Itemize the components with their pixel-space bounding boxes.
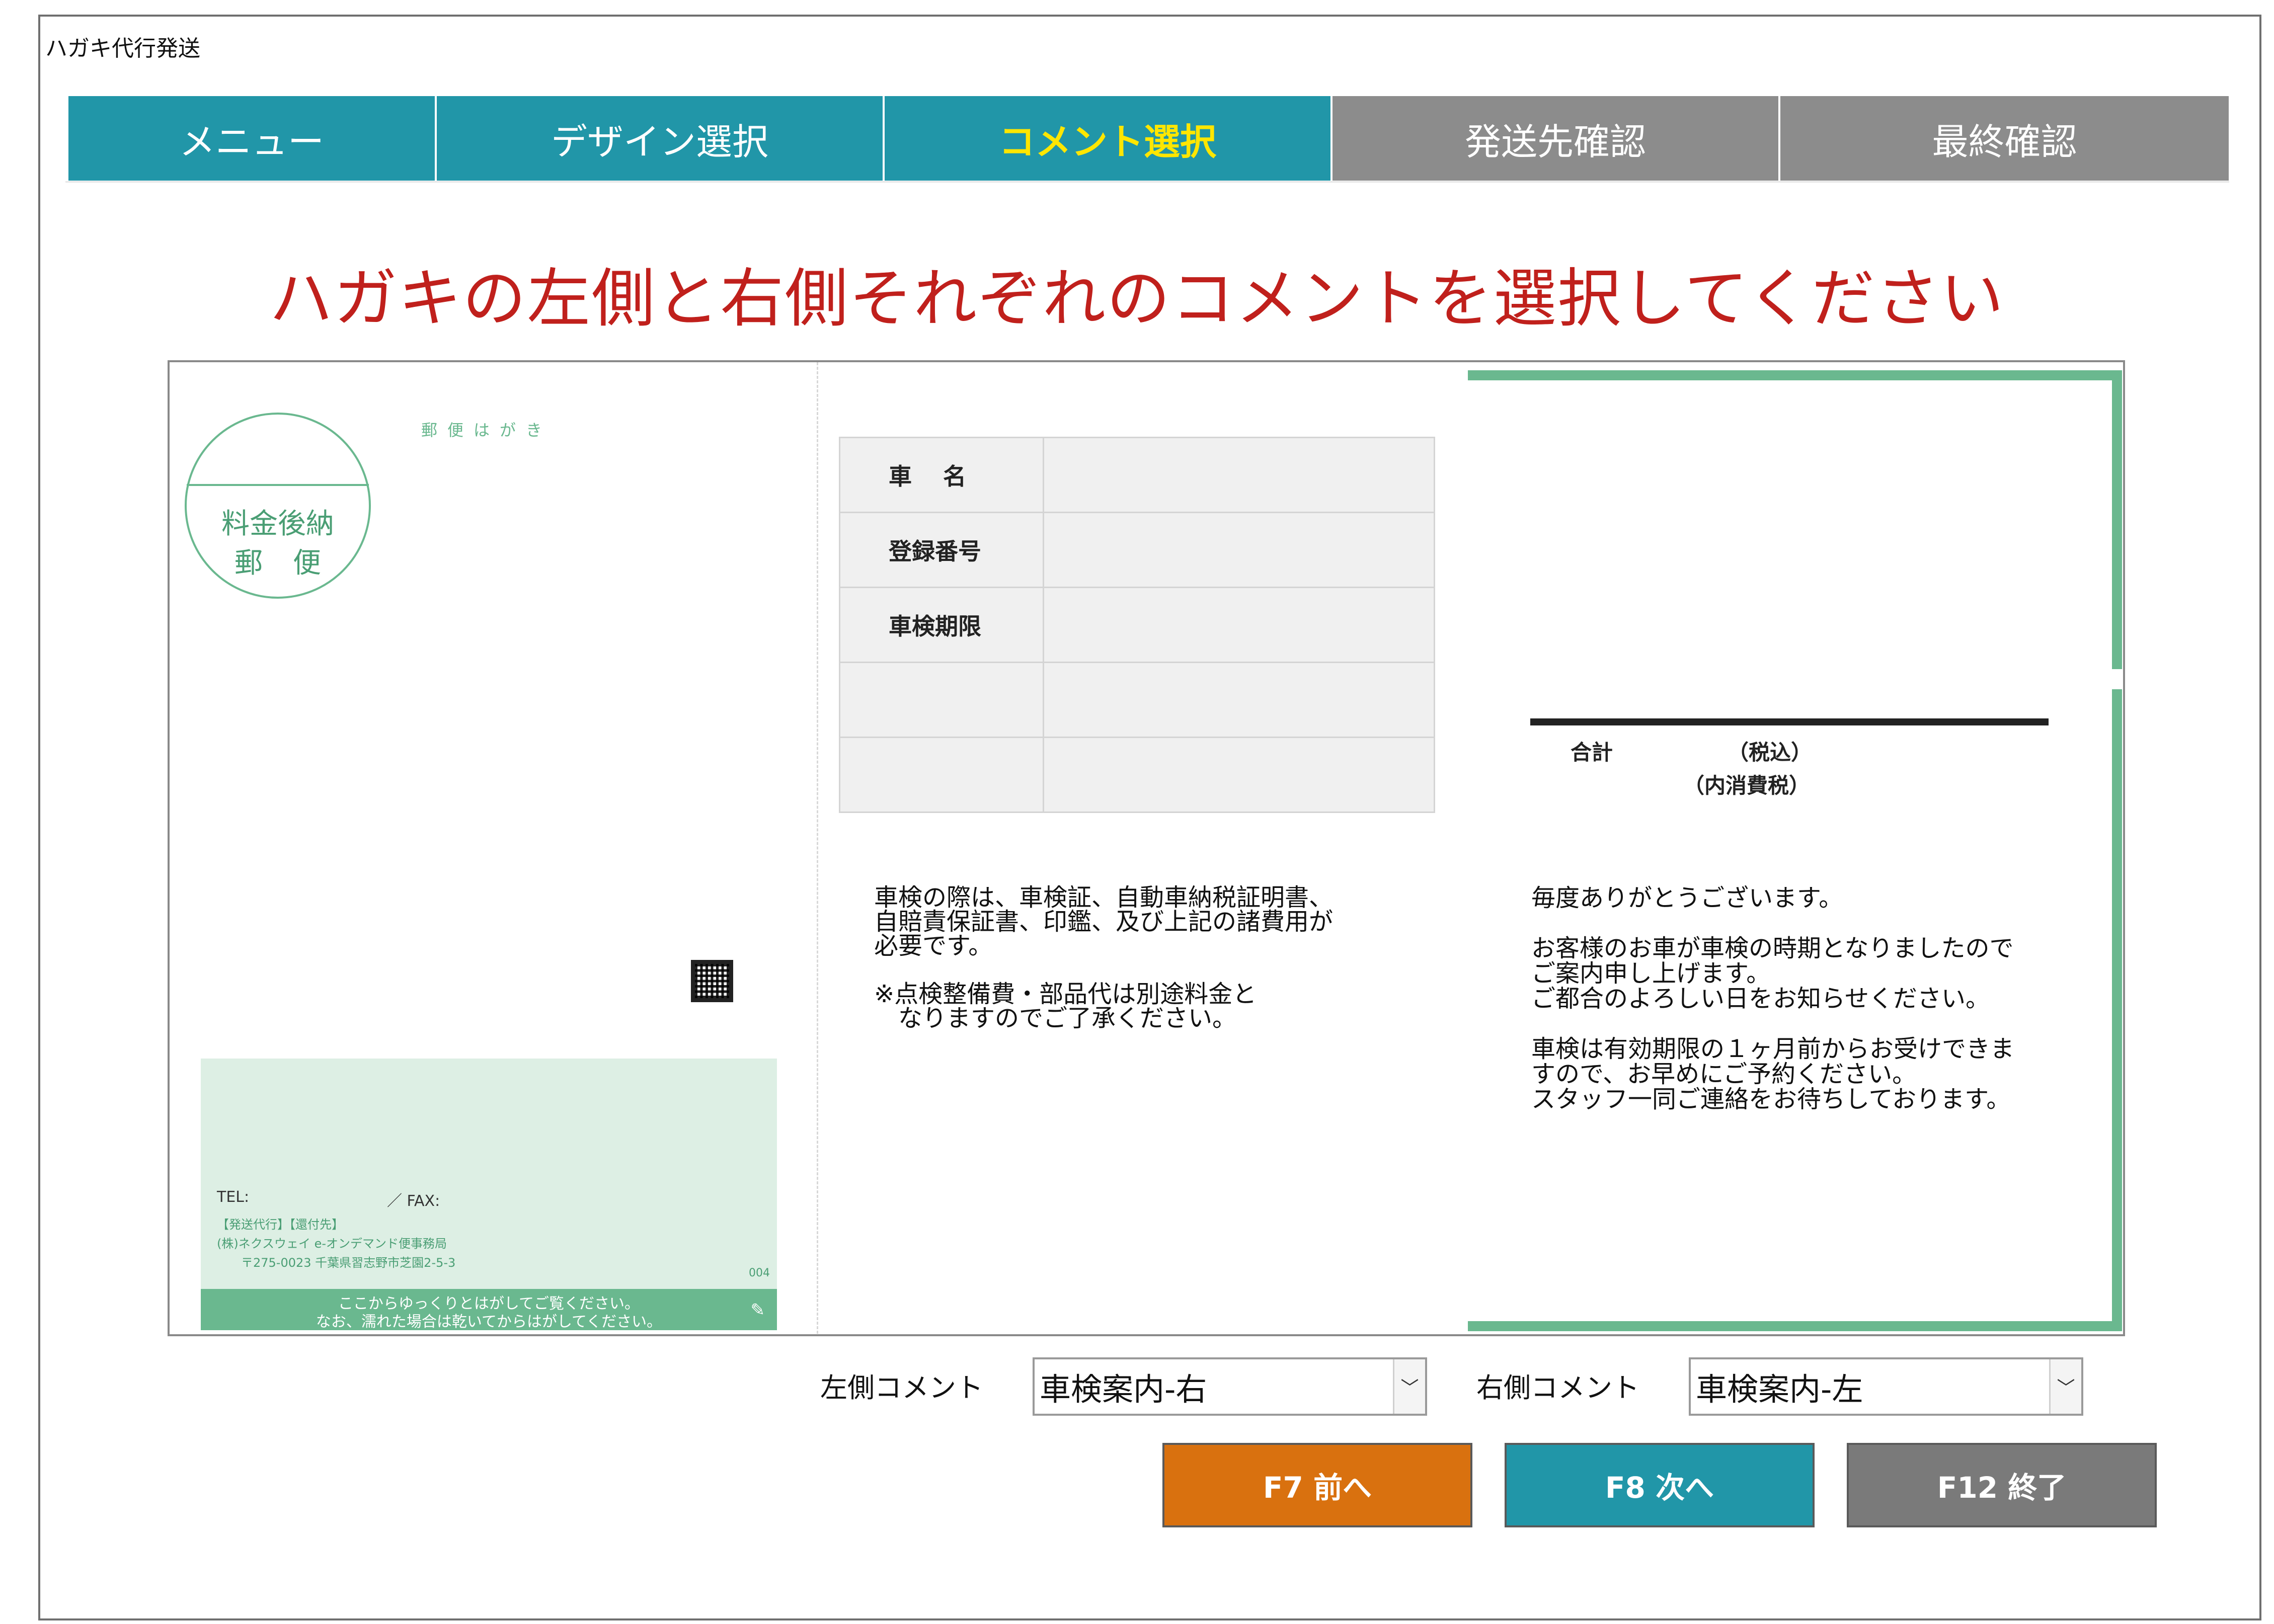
sender-number: 004 — [749, 1267, 770, 1279]
sender-line1: 【発送代行】【還付先】 — [217, 1217, 344, 1232]
table-cell-value — [1043, 437, 1435, 513]
tab-menu[interactable]: メニュー — [68, 96, 437, 181]
tab-final-confirm[interactable]: 最終確認 — [1780, 96, 2229, 181]
tab-comment-select[interactable]: コメント選択 — [885, 96, 1332, 181]
fold-line — [817, 362, 818, 1334]
chevron-down-icon[interactable]: ﹀ — [2049, 1359, 2081, 1414]
tab-destination-confirm[interactable]: 発送先確認 — [1332, 96, 1780, 181]
peel-text-2: なお、濡れた場合は乾いてからはがしてください。 — [316, 1313, 662, 1331]
tax-label: （税込） — [1728, 740, 1813, 765]
peel-instruction-bar: ここからゆっくりとはがしてご覧ください。 なお、濡れた場合は乾いてからはがしてく… — [201, 1289, 777, 1331]
right-comment-select[interactable]: 車検案内-左 ﹀ — [1689, 1357, 2083, 1416]
postcard-preview: 料金後納 郵便 郵便はがき TEL: ／ FAX: 【発送代行】【還付先】 (株… — [168, 360, 2125, 1336]
right-comment-text: 毎度ありがとうございます。 お客様のお車が車検の時期となりましたので ご案内申し… — [1531, 884, 2015, 1113]
peel-arrow-icon: ✎ — [750, 1300, 765, 1320]
table-cell-value — [1043, 737, 1435, 813]
total-label: 合計 — [1571, 740, 1613, 765]
table-cell-value — [1043, 662, 1435, 738]
right-panel-frame — [1468, 370, 2122, 1331]
postcard-label: 郵便はがき — [421, 421, 553, 440]
sender-fax: ／ FAX: — [387, 1192, 440, 1210]
vehicle-info-table: 車 名 登録番号 車検期限 — [839, 437, 1435, 813]
sender-box: TEL: ／ FAX: 【発送代行】【還付先】 (株)ネクスウェイ e-オンデマ… — [201, 1059, 777, 1331]
frame-notch — [2106, 669, 2123, 689]
total-rule — [1530, 718, 2049, 725]
tab-design-select[interactable]: デザイン選択 — [437, 96, 885, 181]
left-comment-label: 左側コメント — [820, 1372, 983, 1404]
sender-tel: TEL: — [217, 1188, 250, 1206]
table-cell-label — [839, 662, 1044, 738]
left-comment-select[interactable]: 車検案内-右 ﹀ — [1033, 1357, 1427, 1416]
sender-line3: 〒275-0023 千葉県習志野市芝園2-5-3 — [241, 1256, 456, 1270]
window-title: ハガキ代行発送 — [45, 36, 200, 61]
stamp-text-line2: 郵便 — [234, 547, 351, 580]
wizard-tabs: メニュー デザイン選択 コメント選択 発送先確認 最終確認 — [68, 96, 2229, 181]
sender-line2: (株)ネクスウェイ e-オンデマンド便事務局 — [217, 1237, 447, 1251]
qr-code-icon — [691, 960, 733, 1002]
postage-stamp-mark: 料金後納 郵便 — [185, 413, 371, 599]
stamp-divider — [187, 484, 369, 486]
chevron-down-icon[interactable]: ﹀ — [1393, 1359, 1425, 1414]
left-comment-text: 車検の際は、車検証、自動車納税証明書、 自賠責保証書、印鑑、及び上記の諸費用が … — [874, 883, 1334, 1032]
table-cell-value — [1043, 587, 1435, 663]
table-cell-label: 車検期限 — [839, 587, 1044, 663]
table-row: 車検期限 — [839, 587, 1435, 663]
table-cell-label: 登録番号 — [839, 512, 1044, 588]
left-comment-value: 車検案内-右 — [1040, 1371, 1207, 1408]
right-comment-value: 車検案内-左 — [1696, 1371, 1863, 1408]
table-row — [839, 737, 1435, 813]
prev-button[interactable]: F7 前へ — [1162, 1443, 1472, 1527]
table-cell-label: 車 名 — [839, 437, 1044, 513]
table-cell-label — [839, 737, 1044, 813]
table-cell-value — [1043, 512, 1435, 588]
divider — [65, 181, 2229, 183]
stamp-text-line1: 料金後納 — [221, 508, 334, 540]
tax-note: （内消費税） — [1683, 773, 1811, 798]
next-button[interactable]: F8 次へ — [1505, 1443, 1815, 1527]
page-heading: ハガキの左側と右側それぞれのコメントを選択してください — [269, 262, 2005, 336]
quit-button[interactable]: F12 終了 — [1847, 1443, 2157, 1527]
table-row — [839, 662, 1435, 738]
table-row: 車 名 — [839, 437, 1435, 513]
right-comment-label: 右側コメント — [1476, 1372, 1639, 1404]
table-row: 登録番号 — [839, 512, 1435, 588]
